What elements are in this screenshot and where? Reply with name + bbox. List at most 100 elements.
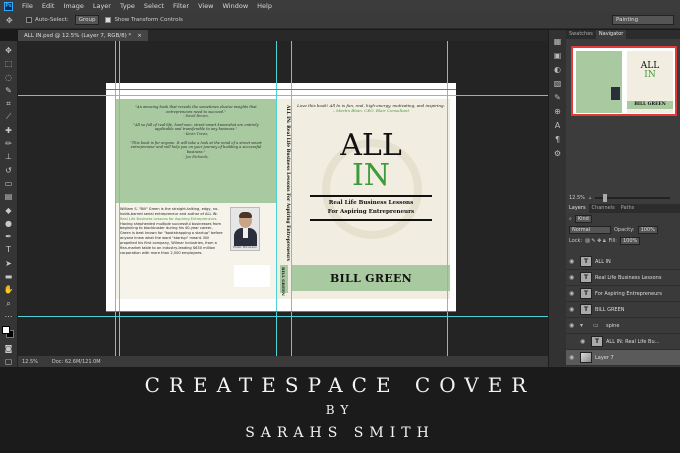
- lock-row: Lock: ▨ ✎ ✥ 🔒︎ Fill: 100%: [566, 235, 680, 246]
- menu-help[interactable]: Help: [257, 2, 272, 10]
- menu-image[interactable]: Image: [63, 2, 83, 10]
- more-tools-icon[interactable]: ⋯: [3, 311, 15, 322]
- color-swatches[interactable]: [0, 324, 18, 340]
- dodge-tool-icon[interactable]: ●: [3, 218, 15, 229]
- tab-navigator[interactable]: Navigator: [595, 30, 627, 39]
- history-brush-icon[interactable]: ↺: [3, 165, 15, 176]
- navigator-view[interactable]: ALL IN BILL GREEN: [569, 42, 677, 148]
- adjustments-panel-icon[interactable]: ◐: [552, 64, 563, 75]
- title-all: ALL: [340, 128, 402, 163]
- move-tool-icon[interactable]: ✥: [3, 45, 15, 56]
- navigator-tabs: Swatches Navigator: [566, 30, 680, 39]
- opacity-field[interactable]: 100%: [637, 225, 658, 234]
- layer-row-selected[interactable]: ◉ Layer 7: [566, 350, 680, 366]
- menu-filter[interactable]: Filter: [173, 2, 189, 10]
- styles-panel-icon[interactable]: ▧: [552, 78, 563, 89]
- tab-layers[interactable]: Layers: [566, 204, 589, 213]
- document-tab-title: ALL IN.psd @ 12.5% (Layer 7, RGB/8) *: [24, 32, 132, 39]
- workspace-dropdown[interactable]: Painting: [612, 15, 674, 25]
- tab-swatches[interactable]: Swatches: [566, 30, 596, 39]
- zoom-level[interactable]: 12.5%: [22, 359, 38, 365]
- character-panel-icon[interactable]: A: [552, 120, 563, 131]
- testimonial: "An amazing book that reveals the someti…: [135, 105, 257, 119]
- lock-icons[interactable]: ▨ ✎ ✥ 🔒︎: [585, 238, 606, 244]
- gradient-tool-icon[interactable]: ▤: [3, 191, 15, 202]
- tab-paths[interactable]: Paths: [618, 204, 638, 213]
- pen-tool-icon[interactable]: ✒: [3, 231, 15, 242]
- history-panel-icon[interactable]: ▦: [552, 36, 563, 47]
- guide-horizontal[interactable]: [18, 95, 548, 96]
- guide-horizontal[interactable]: [18, 316, 548, 317]
- menu-type[interactable]: Type: [120, 2, 135, 10]
- screen-mode-icon[interactable]: ▢: [3, 356, 15, 367]
- layer-row[interactable]: ◉ T ALL IN: [566, 254, 680, 270]
- paragraph-panel-icon[interactable]: ¶: [552, 134, 563, 145]
- tool-presets-icon[interactable]: ⚙: [552, 148, 563, 159]
- blend-mode-dropdown[interactable]: Normal: [569, 225, 611, 234]
- transform-controls-checkbox[interactable]: [105, 17, 112, 23]
- canvas-area[interactable]: "An amazing book that reveals the someti…: [18, 41, 548, 356]
- visibility-eye-icon[interactable]: ◉: [569, 306, 577, 313]
- move-tool-icon[interactable]: ✥: [6, 15, 20, 26]
- path-select-tool-icon[interactable]: ➤: [3, 258, 15, 269]
- auto-select-checkbox[interactable]: [26, 17, 32, 23]
- crop-tool-icon[interactable]: ⌗: [3, 98, 15, 109]
- layer-kind-dropdown[interactable]: Kind: [574, 214, 592, 223]
- zoom-slider[interactable]: [595, 194, 670, 202]
- expand-chevron-icon[interactable]: ▾: [580, 322, 590, 329]
- layer-row[interactable]: ◉ T ALL IN: Real Life Bu...: [566, 334, 680, 350]
- visibility-eye-icon[interactable]: ◉: [569, 290, 577, 297]
- marquee-tool-icon[interactable]: ⬚: [3, 58, 15, 69]
- layer-row[interactable]: ◉ T Real Life Business Lessons: [566, 270, 680, 286]
- navigator-zoom-value[interactable]: 12.5%: [569, 195, 585, 201]
- auto-select-option[interactable]: Auto-Select:: [26, 17, 69, 23]
- close-tab-icon[interactable]: ×: [137, 33, 142, 39]
- menu-edit[interactable]: Edit: [42, 2, 55, 10]
- visibility-eye-icon[interactable]: ◉: [569, 258, 577, 265]
- document-size: Doc: 62.6M/121.0M: [51, 358, 101, 365]
- layer-group-row[interactable]: ◉ ▾ ▭ spine: [566, 318, 680, 334]
- menu-file[interactable]: File: [22, 2, 33, 10]
- healing-tool-icon[interactable]: ✚: [3, 125, 15, 136]
- menu-window[interactable]: Window: [223, 2, 249, 10]
- eyedropper-tool-icon[interactable]: ⟋: [3, 111, 15, 122]
- spine-author: BILL GREEN: [281, 267, 286, 296]
- layer-row[interactable]: ◉ T For Aspiring Entrepreneurs: [566, 286, 680, 302]
- shape-tool-icon[interactable]: ▬: [3, 271, 15, 282]
- menu-select[interactable]: Select: [144, 2, 164, 10]
- right-panels: Swatches Navigator ALL IN BILL GREEN 12.…: [566, 30, 680, 367]
- menu-view[interactable]: View: [198, 2, 213, 10]
- bleed-guide: [106, 311, 456, 312]
- lasso-tool-icon[interactable]: ◌: [3, 72, 15, 83]
- zoom-tool-icon[interactable]: ⌕: [3, 298, 15, 309]
- stamp-tool-icon[interactable]: ⊥: [3, 151, 15, 162]
- quick-mask-icon[interactable]: ◙: [3, 343, 15, 354]
- zoom-out-icon[interactable]: ▵: [589, 195, 592, 201]
- document-tab[interactable]: ALL IN.psd @ 12.5% (Layer 7, RGB/8) * ×: [18, 30, 148, 41]
- visibility-eye-icon[interactable]: ◉: [569, 354, 577, 361]
- clone-source-icon[interactable]: ⊕: [552, 106, 563, 117]
- navigator-thumbnail[interactable]: ALL IN BILL GREEN: [571, 46, 677, 116]
- eraser-tool-icon[interactable]: ▭: [3, 178, 15, 189]
- brush-tool-icon[interactable]: ✏: [3, 138, 15, 149]
- tab-channels[interactable]: Channels: [589, 204, 618, 213]
- layer-row[interactable]: ◉ T BILL GREEN: [566, 302, 680, 318]
- blur-tool-icon[interactable]: ◆: [3, 205, 15, 216]
- spine-title: ALL IN: Real Life Business Lessons For A…: [285, 105, 290, 261]
- auto-select-dropdown[interactable]: Group: [74, 15, 100, 25]
- type-tool-icon[interactable]: T: [3, 244, 15, 255]
- fill-field[interactable]: 100%: [620, 236, 641, 245]
- brush-panel-icon[interactable]: ✎: [552, 92, 563, 103]
- foreground-color-swatch[interactable]: [1, 326, 10, 335]
- properties-panel-icon[interactable]: ▣: [552, 50, 563, 61]
- title-rule-bottom: [310, 219, 432, 221]
- thumb-title-in: IN: [644, 70, 656, 80]
- menu-layer[interactable]: Layer: [93, 2, 111, 10]
- visibility-eye-icon[interactable]: ◉: [580, 338, 588, 345]
- transform-controls-option[interactable]: Show Transform Controls: [105, 17, 183, 23]
- quick-select-tool-icon[interactable]: ✎: [3, 85, 15, 96]
- visibility-eye-icon[interactable]: ◉: [569, 274, 577, 281]
- hand-tool-icon[interactable]: ✋: [3, 284, 15, 295]
- zoom-slider-knob[interactable]: [603, 194, 608, 202]
- visibility-eye-icon[interactable]: ◉: [569, 322, 577, 329]
